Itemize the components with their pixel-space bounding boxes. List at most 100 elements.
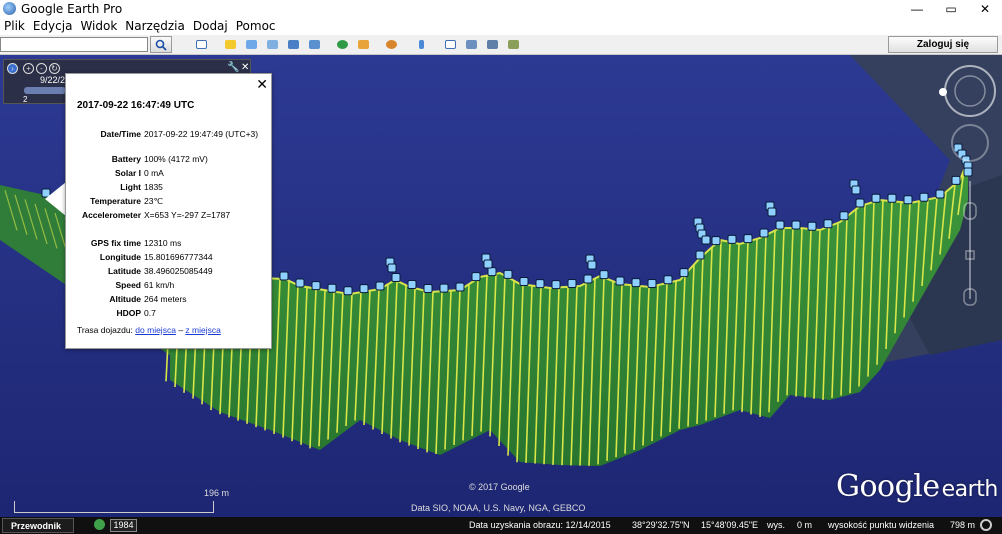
track-point-icon[interactable] bbox=[407, 280, 417, 289]
track-point-icon[interactable] bbox=[701, 235, 711, 245]
track-point-icon[interactable] bbox=[903, 195, 913, 205]
track-point-icon[interactable] bbox=[839, 211, 849, 221]
track-point-icon[interactable] bbox=[711, 236, 721, 246]
menu-view[interactable]: Widok bbox=[76, 19, 121, 33]
track-point-icon[interactable] bbox=[615, 276, 625, 286]
ruler-button[interactable] bbox=[413, 37, 430, 52]
menu-tools[interactable]: Narzędzia bbox=[121, 19, 189, 33]
route-to-link[interactable]: do miejsca bbox=[135, 325, 176, 335]
print-button[interactable] bbox=[463, 37, 480, 52]
sunlight-button[interactable] bbox=[355, 37, 372, 52]
track-point-icon[interactable] bbox=[807, 221, 817, 231]
menu-add[interactable]: Dodaj bbox=[189, 19, 232, 33]
track-point-icon[interactable] bbox=[535, 279, 545, 289]
balloon-close-button[interactable]: ✕ bbox=[256, 76, 268, 93]
add-polygon-button[interactable] bbox=[243, 37, 260, 52]
search-input[interactable] bbox=[0, 37, 148, 52]
row-value: 12310 ms bbox=[144, 238, 182, 248]
maximize-button[interactable]: ▭ bbox=[936, 0, 966, 17]
track-point-icon[interactable] bbox=[871, 193, 881, 203]
tour-guide-button[interactable]: Przewodnik bbox=[2, 518, 74, 533]
track-point-icon[interactable] bbox=[727, 234, 737, 244]
track-point-icon[interactable] bbox=[583, 274, 593, 284]
track-point-icon[interactable] bbox=[775, 220, 785, 230]
zoom-out-time-icon[interactable]: - bbox=[36, 63, 47, 74]
minimize-button[interactable]: — bbox=[902, 0, 932, 17]
menu-help[interactable]: Pomoc bbox=[232, 19, 280, 33]
track-point-icon[interactable] bbox=[483, 259, 493, 269]
menu-edit[interactable]: Edycja bbox=[29, 19, 77, 33]
track-point-icon[interactable] bbox=[487, 267, 497, 277]
track-point-icon[interactable] bbox=[391, 272, 401, 282]
track-point-icon[interactable] bbox=[343, 286, 353, 296]
row-value: 264 meters bbox=[144, 294, 187, 304]
record-tour-button[interactable] bbox=[306, 37, 323, 52]
time-animation-icon[interactable]: › bbox=[7, 63, 18, 74]
status-bar: Przewodnik 1984 Data uzyskania obrazu: 1… bbox=[0, 517, 1002, 534]
row-label: Solar I bbox=[115, 168, 141, 178]
clock-icon bbox=[337, 40, 348, 49]
route-from-link[interactable]: z miejsca bbox=[185, 325, 220, 335]
menu-file[interactable]: Plik bbox=[0, 19, 29, 33]
navigation-controls bbox=[939, 65, 996, 306]
track-point-icon[interactable] bbox=[823, 219, 833, 229]
time-slider-track[interactable] bbox=[24, 87, 66, 94]
row-value: 23℃ bbox=[144, 196, 164, 206]
add-placemark-button[interactable] bbox=[222, 37, 239, 52]
track-point-icon[interactable] bbox=[767, 207, 777, 217]
track-point-icon[interactable] bbox=[587, 260, 597, 270]
add-path-button[interactable] bbox=[264, 37, 281, 52]
north-up-icon[interactable] bbox=[939, 88, 947, 96]
track-point-icon[interactable] bbox=[503, 269, 513, 279]
track-point-icon[interactable] bbox=[647, 279, 657, 289]
row-label: Speed bbox=[115, 280, 141, 290]
track-point-icon[interactable] bbox=[851, 185, 861, 195]
sign-in-button[interactable]: Zaloguj się bbox=[888, 36, 998, 53]
row-label: Longitude bbox=[99, 252, 141, 262]
sidebar-toggle-button[interactable] bbox=[193, 37, 210, 52]
wrench-icon[interactable]: 🔧 bbox=[227, 62, 239, 73]
track-point-icon[interactable] bbox=[295, 278, 305, 288]
email-button[interactable] bbox=[442, 37, 459, 52]
track-point-icon[interactable] bbox=[551, 280, 561, 290]
view-in-maps-button[interactable] bbox=[505, 37, 522, 52]
track-point-icon[interactable] bbox=[887, 193, 897, 203]
print-icon bbox=[466, 40, 477, 49]
track-point-icon[interactable] bbox=[631, 278, 641, 288]
look-joystick[interactable] bbox=[944, 65, 996, 117]
track-point-icon[interactable] bbox=[455, 282, 465, 292]
close-window-button[interactable]: ✕ bbox=[970, 0, 1000, 17]
switch-planet-button[interactable] bbox=[383, 37, 400, 52]
track-point-icon[interactable] bbox=[919, 192, 929, 202]
track-point-icon[interactable] bbox=[327, 283, 337, 293]
imagery-year[interactable]: 1984 bbox=[110, 519, 137, 532]
track-point-icon[interactable] bbox=[743, 234, 753, 244]
track-point-icon[interactable] bbox=[679, 268, 689, 278]
track-point-icon[interactable] bbox=[695, 250, 705, 260]
track-point-icon[interactable] bbox=[663, 275, 673, 285]
track-point-icon[interactable] bbox=[759, 228, 769, 238]
track-point-icon[interactable] bbox=[387, 263, 397, 273]
track-point-icon[interactable] bbox=[279, 271, 289, 281]
move-joystick[interactable] bbox=[951, 124, 989, 162]
zoom-in-time-icon[interactable]: + bbox=[23, 63, 34, 74]
track-point-icon[interactable] bbox=[439, 283, 449, 293]
close-slider-icon[interactable]: ✕ bbox=[241, 62, 249, 73]
track-point-icon[interactable] bbox=[375, 281, 385, 291]
save-image-button[interactable] bbox=[484, 37, 501, 52]
add-overlay-button[interactable] bbox=[285, 37, 302, 52]
track-point-icon[interactable] bbox=[471, 272, 481, 282]
track-point-icon[interactable] bbox=[359, 284, 369, 294]
track-point-icon[interactable] bbox=[567, 279, 577, 289]
track-point-icon[interactable] bbox=[855, 198, 865, 208]
track-point-icon[interactable] bbox=[519, 277, 529, 287]
track-point-icon[interactable] bbox=[423, 284, 433, 293]
search-button[interactable] bbox=[150, 36, 172, 53]
track-point-icon[interactable] bbox=[791, 220, 801, 230]
track-point-icon[interactable] bbox=[599, 270, 609, 280]
track-point-icon[interactable] bbox=[311, 281, 321, 291]
historical-clock-icon[interactable] bbox=[94, 519, 105, 530]
repeat-icon[interactable]: ↻ bbox=[49, 63, 60, 74]
polygon-icon bbox=[246, 40, 257, 49]
historical-imagery-button[interactable] bbox=[334, 37, 351, 52]
